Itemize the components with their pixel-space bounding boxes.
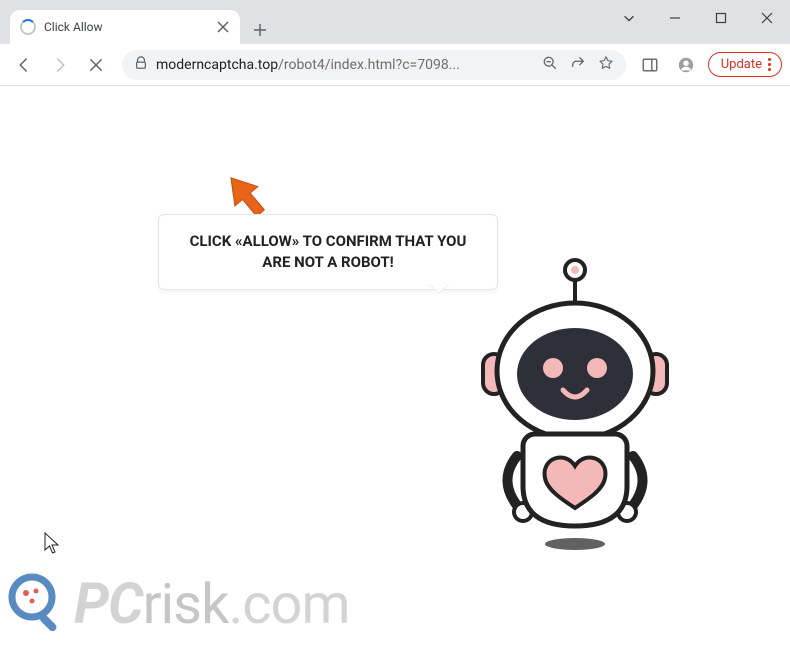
close-window-button[interactable] [744, 0, 790, 36]
tab-title: Click Allow [44, 20, 208, 34]
update-label: Update [721, 57, 762, 72]
mouse-cursor-icon [44, 532, 62, 560]
window-controls [606, 0, 790, 36]
tab-strip: Click Allow [0, 0, 606, 44]
maximize-button[interactable] [698, 0, 744, 36]
lock-icon [134, 55, 148, 74]
watermark-com: .com [228, 571, 349, 637]
omnibox-actions [542, 55, 614, 75]
loading-spinner-icon [20, 19, 36, 35]
back-button[interactable] [8, 49, 40, 81]
new-tab-button[interactable] [246, 16, 274, 44]
update-button[interactable]: Update [708, 52, 782, 77]
watermark: PCrisk.com [6, 571, 350, 637]
magnifier-icon [6, 571, 68, 637]
page-content: CLICK «ALLOW» TO CONFIRM THAT YOU ARE NO… [0, 86, 790, 645]
tab-close-button[interactable] [216, 20, 230, 34]
robot-illustration [465, 256, 685, 560]
address-bar[interactable]: moderncaptcha.top/robot4/index.html?c=70… [122, 50, 626, 80]
speech-bubble: CLICK «ALLOW» TO CONFIRM THAT YOU ARE NO… [158, 214, 498, 290]
profile-avatar-icon[interactable] [672, 51, 700, 79]
url-text: moderncaptcha.top/robot4/index.html?c=70… [156, 57, 460, 73]
watermark-risk: risk [143, 571, 229, 637]
browser-toolbar: moderncaptcha.top/robot4/index.html?c=70… [0, 44, 790, 86]
share-icon[interactable] [570, 55, 586, 75]
speech-text: CLICK «ALLOW» TO CONFIRM THAT YOU ARE NO… [177, 231, 479, 273]
url-domain: moderncaptcha.top [156, 57, 278, 73]
minimize-button[interactable] [652, 0, 698, 36]
url-path: /robot4/index.html?c=7098... [278, 57, 460, 73]
window-titlebar: Click Allow [0, 0, 790, 44]
menu-dots-icon [768, 58, 771, 71]
bookmark-star-icon[interactable] [598, 55, 614, 75]
zoom-icon[interactable] [542, 55, 558, 75]
tab-search-button[interactable] [606, 0, 652, 36]
stop-reload-button[interactable] [80, 49, 112, 81]
forward-button[interactable] [44, 49, 76, 81]
browser-tab[interactable]: Click Allow [10, 10, 240, 44]
watermark-text: PCrisk.com [74, 571, 350, 637]
side-panel-icon[interactable] [636, 51, 664, 79]
watermark-pc: PC [74, 571, 143, 637]
toolbar-right: Update [636, 51, 782, 79]
